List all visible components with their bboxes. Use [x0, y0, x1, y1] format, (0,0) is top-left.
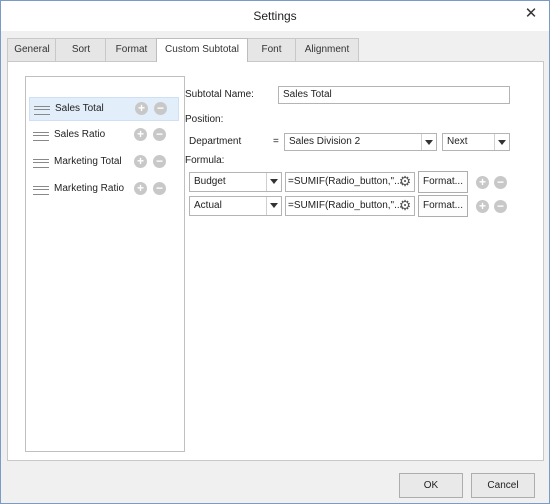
subtotal-label: Sales Total — [55, 103, 104, 114]
list-item[interactable]: Marketing Ratio + − — [29, 178, 177, 200]
add-icon[interactable]: + — [134, 155, 147, 168]
division-value: Sales Division 2 — [289, 136, 361, 147]
formula-field-value: Actual — [194, 200, 222, 211]
add-icon[interactable]: + — [135, 102, 148, 115]
cancel-button[interactable]: Cancel — [471, 473, 535, 498]
settings-dialog: Settings ✕ General Sort Format Custom Su… — [0, 0, 550, 504]
drag-handle-icon[interactable] — [33, 132, 49, 141]
dialog-title: Settings — [253, 9, 297, 23]
remove-icon[interactable]: − — [154, 102, 167, 115]
position-order-select[interactable]: Next — [442, 133, 510, 151]
format-button[interactable]: Format... — [418, 171, 468, 193]
remove-icon[interactable]: − — [153, 155, 166, 168]
remove-formula-icon[interactable]: − — [494, 200, 507, 213]
formula-field-value: Budget — [194, 176, 226, 187]
formula-field-select[interactable]: Actual — [189, 196, 282, 216]
tab-general[interactable]: General — [7, 38, 57, 61]
formula-expression: =SUMIF(Radio_button,"... — [288, 176, 403, 187]
gear-icon[interactable]: ⚙ — [398, 198, 412, 212]
formula-label: Formula: — [185, 155, 225, 166]
subtotal-label: Marketing Total — [54, 156, 122, 167]
position-label: Position: — [185, 114, 224, 125]
remove-icon[interactable]: − — [153, 182, 166, 195]
chevron-down-icon — [494, 134, 509, 150]
tab-sort[interactable]: Sort — [55, 38, 107, 61]
add-formula-icon[interactable]: + — [476, 176, 489, 189]
tab-custom-subtotal[interactable]: Custom Subtotal — [156, 38, 248, 62]
formula-expression: =SUMIF(Radio_button,"... — [288, 200, 403, 211]
chevron-down-icon — [266, 197, 281, 215]
subtotal-name-input[interactable]: Sales Total — [278, 86, 510, 104]
tab-font[interactable]: Font — [246, 38, 297, 61]
subtotal-name-label: Subtotal Name: — [185, 89, 254, 100]
formula-expression-input[interactable]: =SUMIF(Radio_button,"... ⚙ — [285, 172, 415, 192]
add-icon[interactable]: + — [134, 182, 147, 195]
ok-button[interactable]: OK — [399, 473, 463, 498]
equals-label: = — [273, 136, 279, 147]
close-icon[interactable]: ✕ — [523, 6, 539, 22]
list-item[interactable]: Marketing Total + − — [29, 151, 177, 173]
drag-handle-icon[interactable] — [33, 159, 49, 168]
chevron-down-icon — [421, 134, 436, 150]
list-item[interactable]: Sales Total + − — [29, 97, 179, 121]
list-item[interactable]: Sales Ratio + − — [29, 124, 177, 146]
title-bar: Settings ✕ — [1, 1, 549, 31]
subtotal-list: Sales Total + − Sales Ratio + − Marketin… — [25, 76, 185, 452]
add-formula-icon[interactable]: + — [476, 200, 489, 213]
drag-handle-icon[interactable] — [34, 106, 50, 115]
division-select[interactable]: Sales Division 2 — [284, 133, 437, 151]
remove-icon[interactable]: − — [153, 128, 166, 141]
tab-alignment[interactable]: Alignment — [295, 38, 359, 61]
add-icon[interactable]: + — [134, 128, 147, 141]
next-value: Next — [447, 136, 468, 147]
chevron-down-icon — [266, 173, 281, 191]
formula-expression-input[interactable]: =SUMIF(Radio_button,"... ⚙ — [285, 196, 415, 216]
subtotal-label: Sales Ratio — [54, 129, 106, 140]
remove-formula-icon[interactable]: − — [494, 176, 507, 189]
gear-icon[interactable]: ⚙ — [398, 174, 412, 188]
department-label: Department — [189, 136, 242, 147]
formula-field-select[interactable]: Budget — [189, 172, 282, 192]
tab-format[interactable]: Format — [105, 38, 158, 61]
subtotal-label: Marketing Ratio — [54, 183, 125, 194]
drag-handle-icon[interactable] — [33, 186, 49, 195]
format-button[interactable]: Format... — [418, 195, 468, 217]
custom-subtotal-panel: Sales Total + − Sales Ratio + − Marketin… — [7, 61, 544, 461]
